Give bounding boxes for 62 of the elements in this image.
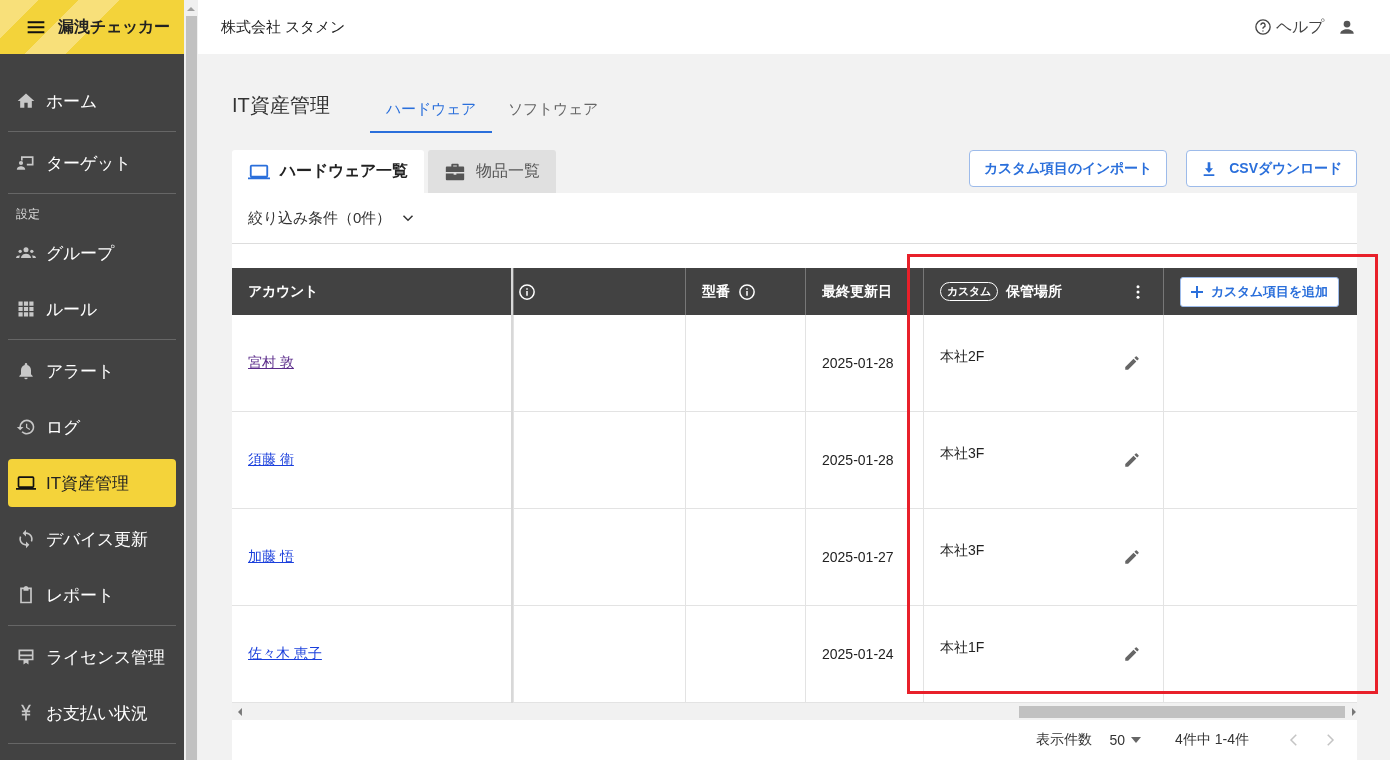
page-title: IT資産管理: [232, 93, 330, 118]
import-button[interactable]: カスタム項目のインポート: [969, 150, 1168, 187]
location-text: 本社3F: [940, 542, 985, 560]
page-size-select[interactable]: 50: [1109, 732, 1142, 748]
help-link[interactable]: ヘルプ: [1254, 16, 1324, 38]
home-icon: [16, 91, 36, 111]
tab[interactable]: ソフトウェア: [491, 100, 614, 133]
monitor-person-icon: [16, 153, 36, 173]
nav-item[interactable]: アラート: [0, 343, 184, 399]
scroll-left-icon: [237, 707, 243, 716]
nav-item[interactable]: IT資産管理: [8, 459, 176, 507]
scrollbar[interactable]: [184, 0, 198, 760]
nav-item[interactable]: グループ: [0, 225, 184, 281]
tab[interactable]: 物品一覧: [428, 150, 556, 193]
table-cell: 2025-01-28: [805, 412, 923, 509]
column-title: アカウント: [248, 282, 318, 301]
bell-icon: [16, 361, 36, 381]
nav-item[interactable]: レポート: [0, 567, 184, 623]
plus-icon: [1191, 285, 1203, 298]
page-size-label: 表示件数: [1035, 731, 1092, 749]
nav-item[interactable]: お支払い状況: [0, 685, 184, 741]
nav-item[interactable]: ホーム: [0, 73, 184, 129]
account-link[interactable]: 佐々木 恵子: [248, 645, 322, 663]
nav-item[interactable]: ログ: [0, 399, 184, 455]
pencil-icon[interactable]: [1123, 548, 1141, 566]
table-cell: 2025-01-27: [805, 509, 923, 606]
tab[interactable]: ハードウェア一覧: [232, 150, 424, 193]
nav-item[interactable]: ターゲット: [0, 135, 184, 191]
tab[interactable]: ハードウェア: [369, 100, 492, 133]
account-link[interactable]: 加藤 悟: [248, 548, 294, 566]
pencil-icon[interactable]: [1123, 645, 1141, 663]
dropdown-caret-icon: [1131, 737, 1142, 743]
section-heading: 設定: [15, 206, 41, 223]
location-text: 本社3F: [940, 445, 985, 463]
column-title: 保管場所: [1006, 282, 1062, 301]
location-text: 本社2F: [940, 348, 985, 366]
company-name: 株式会社 スタメン: [221, 17, 346, 37]
laptop-icon: [16, 473, 36, 493]
nav-item[interactable]: ライセンス管理: [0, 629, 184, 685]
user-icon: [1338, 18, 1356, 36]
sync-icon: [16, 529, 36, 549]
scroll-right-icon: [1351, 707, 1357, 716]
column-title: 最終更新日: [822, 282, 892, 301]
scroll-up-icon: [187, 6, 195, 12]
page-range: 4件中 1-4件: [1175, 731, 1249, 749]
add-column-button[interactable]: カスタム項目を追加: [1180, 276, 1339, 307]
account-link[interactable]: 須藤 衛: [248, 451, 294, 469]
history-icon: [16, 417, 36, 437]
grid-icon: [16, 299, 36, 319]
app-title: 漏洩チェッカー: [58, 16, 170, 37]
pencil-icon[interactable]: [1123, 354, 1141, 372]
certificate-icon: [16, 647, 36, 667]
nav-item[interactable]: ルール: [0, 281, 184, 337]
table-cell: 2025-01-28: [805, 315, 923, 412]
help-icon: [1254, 18, 1272, 36]
download-button[interactable]: CSVダウンロード: [1186, 150, 1357, 187]
column-title: 型番: [702, 282, 730, 301]
pencil-icon[interactable]: [1123, 451, 1141, 469]
account-link[interactable]: 宮村 敦: [248, 354, 294, 372]
filter-label: 絞り込み条件（0件）: [248, 208, 392, 228]
nav-item[interactable]: デバイス更新: [0, 511, 184, 567]
location-text: 本社1F: [940, 639, 985, 657]
